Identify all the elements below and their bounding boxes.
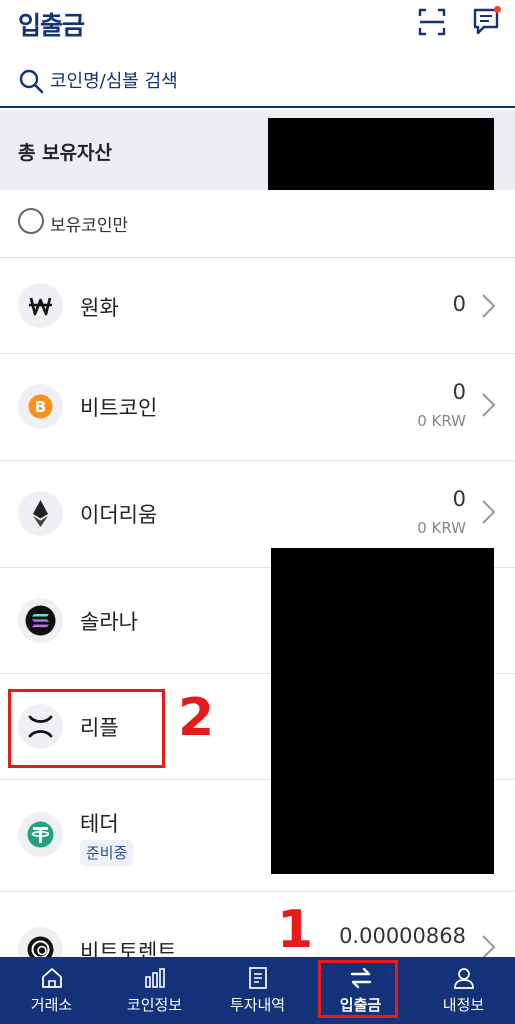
preparing-badge: 준비중 [80,840,134,866]
redacted-values-block [271,548,494,874]
asset-krw-value: 0 KRW [417,412,466,430]
search-bar [0,58,515,108]
page-title: 입출금 [18,11,85,40]
asset-amount: 0 [452,487,466,511]
tab-label: 거래소 [30,996,73,1014]
asset-row-krw[interactable]: 원화 0 [0,258,515,354]
asset-row-bittorrent[interactable]: 비트토렌트 0.00000868 [0,892,515,972]
tab-investment-history[interactable]: 투자내역 [206,957,309,1024]
annotation-box-deposit-tab [318,960,398,1018]
tether-icon [18,812,63,857]
asset-name: 테더 [80,812,119,836]
app-header: 입출금 [0,0,515,50]
annotation-number-2: 2 [178,688,215,748]
tab-coin-info[interactable]: 코인정보 [103,957,206,1024]
tab-label: 내정보 [442,996,485,1014]
owned-coins-filter[interactable]: 보유코인만 [0,190,515,258]
annotation-box-ripple [8,689,165,768]
home-icon [42,968,62,988]
person-icon [454,968,474,989]
bitcoin-icon: B [18,384,63,429]
search-input[interactable] [50,66,470,96]
tab-label: 코인정보 [126,996,183,1014]
total-assets-label: 총 보유자산 [18,142,113,164]
asset-row-bitcoin[interactable]: B 비트코인 0 0 KRW [0,354,515,461]
chevron-right-icon [482,393,496,417]
owned-only-radio[interactable] [18,208,44,234]
tab-exchange[interactable]: 거래소 [0,957,103,1024]
asset-krw-value: 0 KRW [417,519,466,537]
asset-name: 비트코인 [80,396,158,420]
asset-name: 원화 [80,296,119,320]
ethereum-icon [18,491,63,536]
asset-amount: 0 [452,380,466,404]
annotation-number-1: 1 [277,900,314,960]
chat-button[interactable] [472,6,502,36]
bottom-tab-bar: 거래소 코인정보 투자내역 입출금 내정보 [0,957,515,1024]
chevron-right-icon [482,294,496,318]
owned-only-label: 보유코인만 [50,216,129,236]
asset-amount: 0 [452,292,466,316]
tab-my-info[interactable]: 내정보 [412,957,515,1024]
notification-dot [494,6,501,13]
search-icon [19,69,44,94]
asset-name: 솔라나 [80,610,138,634]
solana-icon [18,598,63,643]
won-icon [18,283,63,328]
chevron-right-icon [482,500,496,524]
chart-icon [145,968,165,988]
qr-scan-icon[interactable] [418,8,446,36]
redacted-total-value [268,118,494,190]
asset-amount: 0.00000868 [339,924,466,948]
asset-name: 이더리움 [80,503,158,527]
svg-text:B: B [35,398,46,416]
document-icon [249,967,267,989]
total-assets-panel: 총 보유자산 / [0,110,515,190]
tab-label: 투자내역 [229,996,286,1014]
